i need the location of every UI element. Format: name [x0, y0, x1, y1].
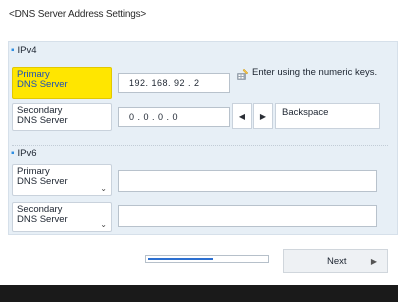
chevron-down-icon: ⌄	[100, 220, 107, 229]
cursor-right-button[interactable]: ▶	[253, 103, 273, 129]
screen-title: <DNS Server Address Settings>	[9, 9, 147, 20]
section-bullet-icon: ▪	[11, 44, 15, 56]
chevron-down-icon: ⌄	[100, 184, 107, 193]
ipv6-section-header: ▪ IPv6	[11, 148, 37, 159]
ipv6-section-label: IPv6	[17, 148, 37, 159]
ipv4-secondary-dns-field[interactable]: 0 . 0 . 0 . 0	[118, 107, 230, 127]
ipv6-secondary-dns-field[interactable]	[118, 205, 377, 227]
ipv4-primary-dns-label[interactable]: Primary DNS Server	[12, 67, 112, 99]
progress-bar	[145, 255, 269, 263]
section-divider	[12, 145, 388, 146]
progress-bar-fill	[148, 258, 213, 260]
arrow-right-icon: ▶	[259, 111, 267, 121]
section-bullet-icon: ▪	[11, 147, 15, 159]
ipv6-primary-dns-field[interactable]	[118, 170, 377, 192]
backspace-button[interactable]: Backspace	[275, 103, 380, 129]
ipv4-primary-dns-field[interactable]: 192. 168. 92 . 2	[118, 73, 230, 93]
ipv6-primary-dns-button[interactable]: Primary DNS Server ⌄	[12, 164, 112, 196]
ipv6-primary-dns-label: Primary DNS Server	[17, 166, 68, 187]
cursor-left-button[interactable]: ◀	[232, 103, 252, 129]
arrow-right-icon: ▶	[370, 257, 377, 266]
arrow-left-icon: ◀	[238, 111, 246, 121]
next-button-label: Next	[327, 256, 347, 267]
ipv6-secondary-dns-label: Secondary DNS Server	[17, 204, 68, 225]
ipv4-section-header: ▪ IPv4	[11, 45, 37, 56]
next-button[interactable]: Next ▶	[283, 249, 388, 273]
ipv4-secondary-dns-label[interactable]: Secondary DNS Server	[12, 103, 112, 131]
ipv6-secondary-dns-button[interactable]: Secondary DNS Server ⌄	[12, 202, 112, 232]
numeric-keys-hint: Enter using the numeric keys.	[252, 67, 378, 78]
bottom-status-bar	[0, 285, 398, 302]
keypad-hand-icon	[236, 67, 250, 81]
ipv4-section-label: IPv4	[17, 45, 37, 56]
